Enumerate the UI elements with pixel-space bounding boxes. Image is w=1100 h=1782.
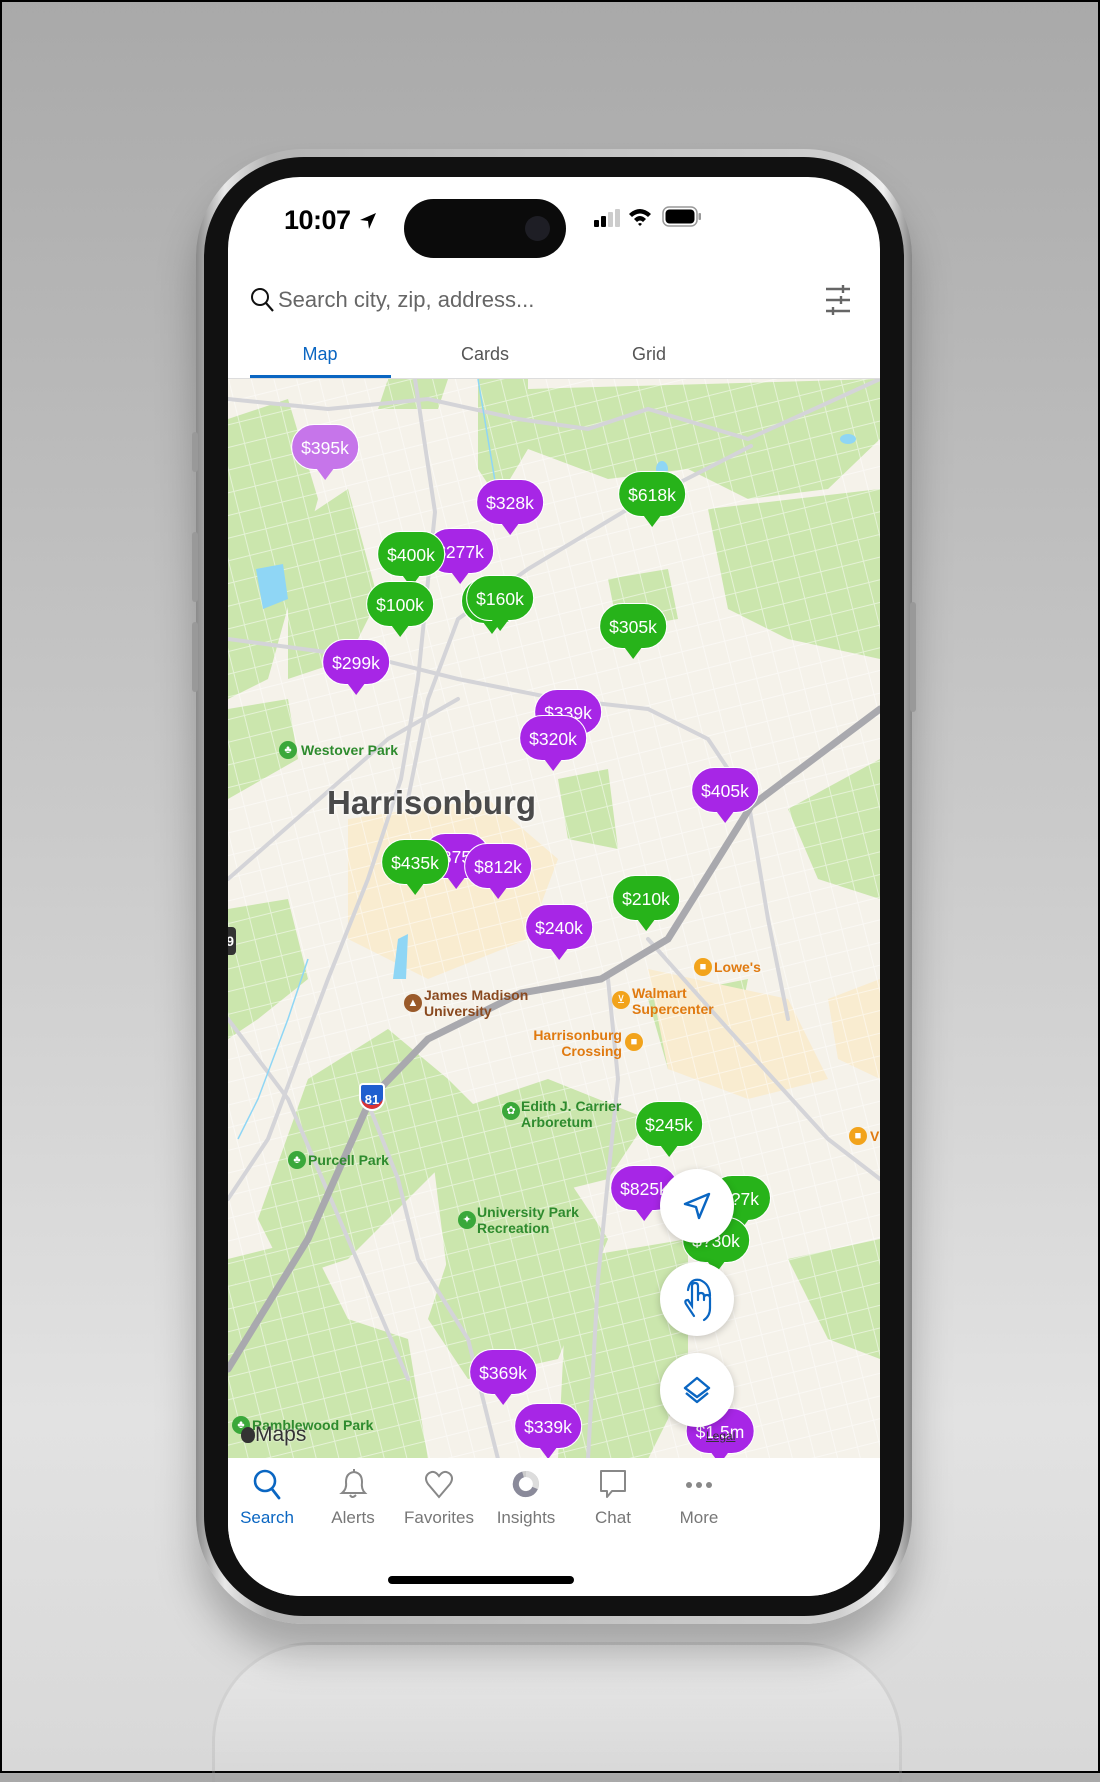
poi-westover-park[interactable]: Westover Park (301, 742, 398, 758)
location-arrow-icon (359, 213, 376, 229)
poi-line: University Park (477, 1204, 579, 1220)
poi-harrisonburg-crossing[interactable]: Harrisonburg Crossing (533, 1027, 622, 1059)
price-pin[interactable]: $328k (476, 479, 544, 535)
price-pin[interactable]: $305k (599, 603, 667, 659)
runner-icon: ✦ (458, 1211, 476, 1229)
poi-line: Crossing (561, 1043, 622, 1059)
layers-icon (683, 1376, 711, 1404)
phone-side-button (910, 602, 916, 712)
poi-jmu[interactable]: James Madison University (424, 987, 528, 1019)
nav-insights[interactable]: Insights (481, 1468, 571, 1528)
price-pin[interactable]: $395k (291, 424, 359, 480)
university-icon: ▲ (404, 994, 422, 1012)
search-icon (251, 288, 274, 312)
poi-line: James Madison (424, 987, 529, 1003)
status-time: 10:07 (284, 205, 378, 236)
cart-icon: ⊻ (612, 991, 630, 1009)
tab-cards[interactable]: Cards (461, 344, 509, 365)
dynamic-island (404, 199, 566, 258)
hand-draw-icon (684, 1278, 712, 1322)
nav-label: Favorites (404, 1508, 474, 1527)
search-icon (253, 1469, 281, 1500)
poi-line: University (424, 1003, 492, 1019)
phone-side-button (192, 622, 198, 692)
apple-logo-icon (241, 1427, 255, 1443)
chat-bubble-icon (600, 1470, 626, 1498)
sliders-icon[interactable] (824, 285, 852, 315)
price-pin[interactable]: $435k (381, 839, 449, 895)
location-arrow-icon (683, 1192, 711, 1220)
poi-arboretum[interactable]: Edith J. Carrier Arboretum (521, 1098, 621, 1130)
home-indicator[interactable] (388, 1576, 574, 1584)
poi-walmart[interactable]: Walmart Supercenter (632, 985, 714, 1017)
nav-alerts[interactable]: Alerts (308, 1468, 398, 1528)
phone-side-button (192, 532, 198, 602)
poi-line: Recreation (477, 1220, 550, 1236)
price-pin[interactable]: $369k (469, 1349, 537, 1405)
poi-line: Arboretum (521, 1114, 593, 1130)
price-pin[interactable]: $299k (322, 639, 390, 695)
maps-attribution: Maps (241, 1423, 306, 1447)
price-pin[interactable]: $240k (525, 904, 593, 960)
price-pin[interactable]: $339k (514, 1403, 582, 1458)
nav-label: Search (240, 1508, 294, 1527)
attribution-text: Maps (255, 1423, 307, 1446)
more-dots-icon (686, 1482, 712, 1488)
poi-line: Supercenter (632, 1001, 714, 1017)
nav-label: Insights (496, 1508, 556, 1527)
draw-area-button[interactable] (660, 1262, 734, 1336)
phone-reflection (212, 1642, 902, 1782)
heart-icon (425, 1470, 453, 1499)
shopping-bag-icon: ■ (694, 958, 712, 976)
donut-chart-icon (512, 1471, 539, 1498)
price-pin[interactable]: $160k (466, 575, 534, 631)
price-pin[interactable]: $210k (612, 875, 680, 931)
poi-university-park[interactable]: University Park Recreation (477, 1204, 579, 1236)
price-pin[interactable]: $400k (377, 531, 445, 587)
nav-label: More (679, 1508, 719, 1527)
poi-purcell-park[interactable]: Purcell Park (308, 1152, 389, 1168)
search-input[interactable]: Search city, zip, address... (278, 287, 534, 313)
price-pin[interactable]: $100k (366, 581, 434, 637)
tab-grid[interactable]: Grid (632, 344, 666, 365)
price-pin[interactable]: $245k (635, 1101, 703, 1157)
nav-chat[interactable]: Chat (568, 1468, 658, 1528)
route-badge: 9 (228, 927, 236, 955)
phone-side-button (192, 432, 198, 472)
park-icon: ♣ (288, 1151, 306, 1169)
city-label: Harrisonburg (327, 784, 537, 821)
nav-label: Chat (595, 1508, 631, 1527)
map-layers-button[interactable] (660, 1353, 734, 1427)
shopping-bag-icon: ■ (625, 1033, 643, 1051)
bell-icon (339, 1469, 368, 1498)
poi-line: Harrisonburg (533, 1027, 622, 1043)
flower-icon: ✿ (502, 1102, 520, 1120)
nav-favorites[interactable]: Favorites (394, 1468, 484, 1528)
poi-line: Walmart (632, 985, 687, 1001)
interstate-shield: 81 (359, 1083, 385, 1111)
tab-map[interactable]: Map (302, 344, 337, 365)
app-screen: 10:07 Search city, zip, address... Map C… (228, 177, 880, 1596)
price-pin[interactable]: $405k (691, 767, 759, 823)
search-bar[interactable]: Search city, zip, address... (228, 277, 880, 321)
poi-lowes[interactable]: Lowe's (714, 959, 761, 975)
shopping-bag-icon: ■ (849, 1127, 867, 1145)
price-pin[interactable]: $618k (618, 471, 686, 527)
my-location-button[interactable] (660, 1169, 734, 1243)
nav-more[interactable]: More (654, 1468, 744, 1528)
nav-search[interactable]: Search (228, 1468, 312, 1528)
legal-link[interactable]: Legal (706, 1429, 735, 1443)
nav-label: Alerts (331, 1508, 375, 1527)
price-pin[interactable]: $320k (519, 715, 587, 771)
battery-icon (662, 206, 701, 227)
map-view[interactable]: Harrisonburg ♣ Westover Park ▲ James Mad… (228, 378, 880, 1458)
signal-icon (594, 209, 620, 227)
poi-partial[interactable]: V (870, 1128, 879, 1144)
park-icon: ♣ (279, 741, 297, 759)
poi-line: Edith J. Carrier (521, 1098, 622, 1114)
price-pin[interactable]: $812k (464, 843, 532, 899)
wifi-icon (629, 209, 651, 226)
